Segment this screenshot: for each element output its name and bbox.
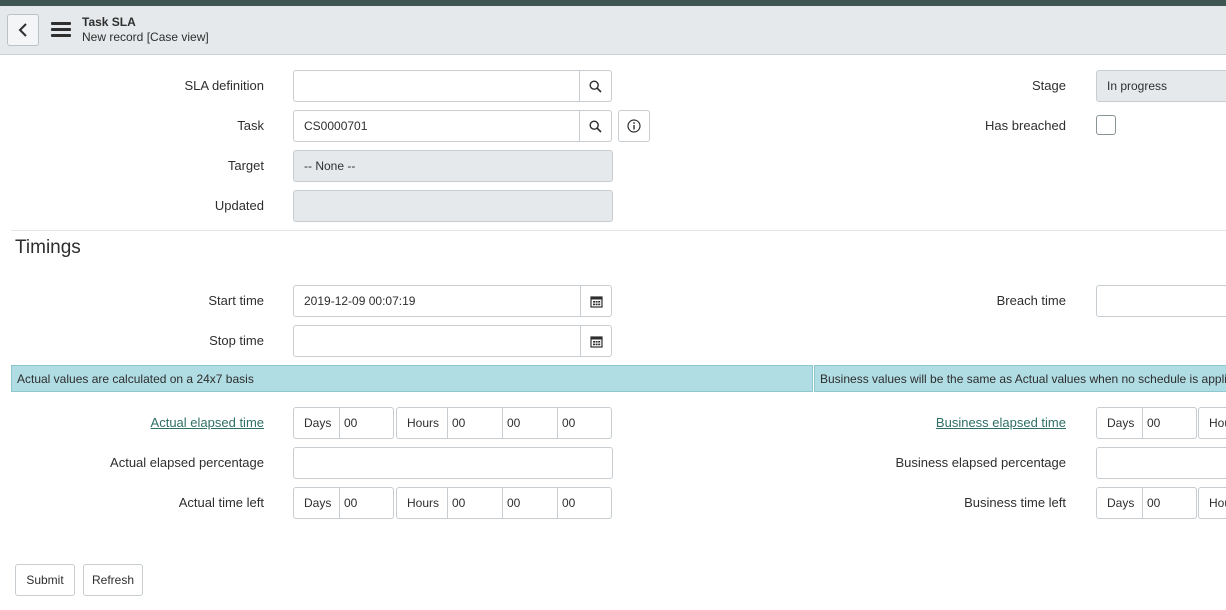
sla-definition-label: SLA definition [184, 78, 264, 93]
business-elapsed-days-input[interactable]: 00 [1142, 407, 1197, 439]
page-title: Task SLA [82, 15, 136, 29]
calendar-icon [589, 295, 603, 308]
info-icon [627, 119, 641, 133]
submit-button[interactable]: Submit [15, 564, 75, 596]
business-values-info: Business values will be the same as Actu… [814, 365, 1226, 392]
hamburger-menu-icon[interactable] [51, 22, 71, 38]
has-breached-checkbox[interactable] [1096, 115, 1116, 135]
section-divider [11, 230, 1226, 231]
search-icon [589, 119, 602, 133]
actual-left-hours-label: Hours [396, 487, 448, 519]
stop-time-picker-button[interactable] [580, 325, 612, 357]
back-button[interactable] [7, 14, 39, 46]
business-time-left-label: Business time left [964, 495, 1066, 510]
actual-left-minutes-input[interactable]: 00 [502, 487, 558, 519]
actual-left-days-label: Days [293, 487, 340, 519]
task-label: Task [237, 118, 264, 133]
business-elapsed-hours-label: Hou [1198, 407, 1226, 439]
refresh-button[interactable]: Refresh [83, 564, 143, 596]
timings-section-title: Timings [15, 237, 81, 258]
start-time-label: Start time [208, 293, 264, 308]
start-time-picker-button[interactable] [580, 285, 612, 317]
page-subtitle: New record [Case view] [82, 30, 209, 44]
business-elapsed-time-link[interactable]: Business elapsed time [880, 415, 1066, 430]
task-input[interactable]: CS0000701 [293, 110, 580, 142]
actual-elapsed-time-link[interactable]: Actual elapsed time [100, 415, 264, 430]
task-preview-button[interactable] [618, 110, 650, 142]
actual-left-days-input[interactable]: 00 [339, 487, 394, 519]
actual-elapsed-days-label: Days [293, 407, 340, 439]
chevron-left-icon [18, 23, 27, 37]
stop-time-label: Stop time [209, 333, 264, 348]
target-label: Target [227, 158, 264, 173]
actual-left-seconds-input[interactable]: 00 [557, 487, 612, 519]
actual-elapsed-days-input[interactable]: 00 [339, 407, 394, 439]
sla-definition-lookup-button[interactable] [579, 70, 612, 102]
stop-time-input[interactable] [293, 325, 581, 357]
actual-time-left-label: Actual time left [178, 495, 264, 510]
actual-elapsed-seconds-input[interactable]: 00 [557, 407, 612, 439]
sla-definition-input[interactable] [293, 70, 580, 102]
business-elapsed-percentage-input[interactable] [1096, 447, 1226, 479]
breach-time-input[interactable] [1096, 285, 1226, 317]
form-header: Task SLA New record [Case view] [0, 6, 1226, 55]
calendar-icon [589, 335, 603, 348]
search-icon [589, 79, 602, 93]
actual-left-hours-input[interactable]: 00 [447, 487, 503, 519]
actual-elapsed-percentage-input[interactable] [293, 447, 613, 479]
updated-label: Updated [214, 198, 264, 213]
target-select[interactable]: -- None -- [293, 150, 613, 182]
task-lookup-button[interactable] [579, 110, 612, 142]
business-left-days-label: Days [1096, 487, 1143, 519]
actual-elapsed-hours-input[interactable]: 00 [447, 407, 503, 439]
business-elapsed-percentage-label: Business elapsed percentage [895, 455, 1066, 470]
actual-elapsed-minutes-input[interactable]: 00 [502, 407, 558, 439]
business-elapsed-days-label: Days [1096, 407, 1143, 439]
stage-field[interactable]: In progress [1096, 70, 1226, 102]
stage-label: Stage [1032, 78, 1066, 93]
start-time-input[interactable]: 2019-12-09 00:07:19 [293, 285, 581, 317]
actual-elapsed-hours-label: Hours [396, 407, 448, 439]
actual-elapsed-percentage-label: Actual elapsed percentage [110, 455, 264, 470]
updated-field [293, 190, 613, 222]
actual-values-info: Actual values are calculated on a 24x7 b… [11, 365, 813, 392]
business-left-days-input[interactable]: 00 [1142, 487, 1197, 519]
breach-time-label: Breach time [996, 293, 1066, 308]
business-left-hours-label: Hou [1198, 487, 1226, 519]
has-breached-label: Has breached [985, 118, 1066, 133]
